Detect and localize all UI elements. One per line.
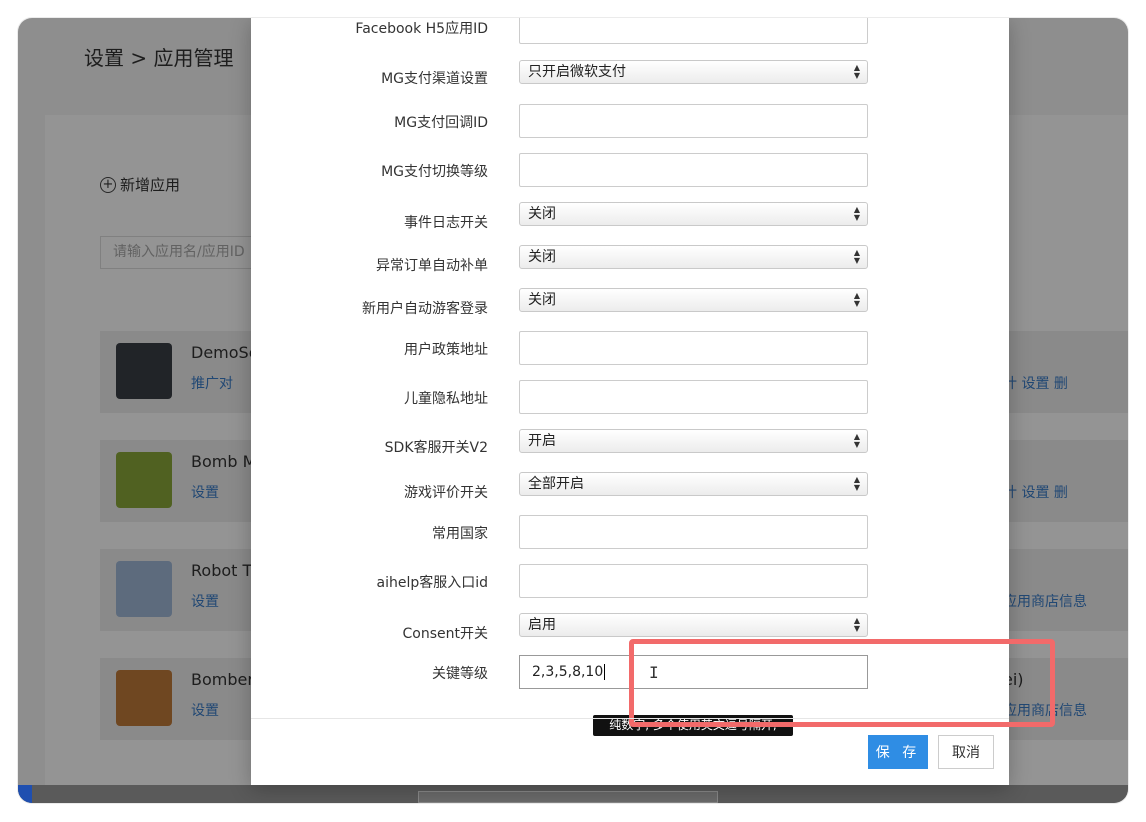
form-row-event-log: 事件日志开关 关闭 ▲ ▼ — [251, 202, 1009, 236]
bottom-strip — [18, 785, 1128, 803]
mg-pay-switch-level-input[interactable] — [519, 153, 868, 187]
select-value: 启用 — [528, 617, 556, 633]
select-arrows-icon: ▲ ▼ — [853, 63, 861, 80]
field-label: SDK客服开关V2 — [384, 440, 488, 456]
field-label: 异常订单自动补单 — [376, 258, 488, 274]
form-row-mg-pay-channel: MG支付渠道设置 只开启微软支付 ▲ ▼ — [251, 60, 1009, 94]
form-row-mg-pay-switch-level: MG支付切换等级 — [251, 153, 1009, 187]
form-row-sdk-support-v2: SDK客服开关V2 开启 ▲ ▼ — [251, 429, 1009, 463]
app-settings-modal: Facebook H5应用ID MG支付渠道设置 只开启微软支付 ▲ ▼ MG支付… — [251, 18, 1055, 785]
form-row-child-privacy-url: 儿童隐私地址 — [251, 380, 1009, 414]
form-row-facebook-h5-id: Facebook H5应用ID — [251, 18, 1009, 44]
field-label: 游戏评价开关 — [404, 485, 488, 501]
field-label: 儿童隐私地址 — [404, 391, 488, 407]
bottom-box — [418, 791, 718, 803]
field-label: 常用国家 — [432, 526, 488, 542]
select-value: 全部开启 — [528, 476, 584, 492]
select-arrows-icon: ▲ ▼ — [853, 616, 861, 633]
form-row-game-rating: 游戏评价开关 全部开启 ▲ ▼ — [251, 472, 1009, 506]
form-row-guest-login: 新用户自动游客登录 关闭 ▲ ▼ — [251, 288, 1009, 322]
modal-footer-divider — [251, 718, 1009, 719]
select-arrows-icon: ▲ ▼ — [853, 291, 861, 308]
cancel-button[interactable]: 取消 — [938, 735, 994, 769]
field-label: 新用户自动游客登录 — [362, 301, 488, 317]
event-log-select[interactable]: 关闭 ▲ ▼ — [519, 202, 868, 226]
select-arrows-icon: ▲ ▼ — [853, 205, 861, 222]
form-row-user-policy-url: 用户政策地址 — [251, 331, 1009, 365]
guest-login-select[interactable]: 关闭 ▲ ▼ — [519, 288, 868, 312]
field-label: Facebook H5应用ID — [355, 21, 488, 37]
screenshot-window: 设置 > 应用管理 + 新增应用 请输入应用名/应用ID DemoSc 推广对 … — [18, 18, 1128, 803]
aihelp-entry-id-input[interactable] — [519, 564, 868, 598]
mg-pay-callback-id-input[interactable] — [519, 104, 868, 138]
select-value: 开启 — [528, 433, 556, 449]
select-arrows-icon: ▲ ▼ — [853, 475, 861, 492]
field-label: MG支付切换等级 — [381, 164, 488, 180]
mg-pay-channel-select[interactable]: 只开启微软支付 ▲ ▼ — [519, 60, 868, 84]
field-label: MG支付渠道设置 — [381, 71, 488, 87]
form-row-auto-reorder: 异常订单自动补单 关闭 ▲ ▼ — [251, 245, 1009, 279]
select-arrows-icon: ▲ ▼ — [853, 248, 861, 265]
form-row-mg-pay-callback-id: MG支付回调ID — [251, 104, 1009, 138]
select-value: 只开启微软支付 — [528, 64, 626, 80]
sdk-support-v2-select[interactable]: 开启 ▲ ▼ — [519, 429, 868, 453]
field-label: Consent开关 — [402, 626, 488, 642]
bottom-accent — [18, 785, 32, 803]
form-row-aihelp-entry-id: aihelp客服入口id — [251, 564, 1009, 598]
text-caret — [604, 664, 606, 680]
select-arrows-icon: ▲ ▼ — [853, 432, 861, 449]
field-label: 用户政策地址 — [404, 342, 488, 358]
select-value: 关闭 — [528, 292, 556, 308]
field-label: 事件日志开关 — [404, 215, 488, 231]
consent-select[interactable]: 启用 ▲ ▼ — [519, 613, 868, 637]
field-label: MG支付回调ID — [394, 115, 488, 131]
user-policy-url-input[interactable] — [519, 331, 868, 365]
select-value: 关闭 — [528, 206, 556, 222]
common-countries-input[interactable] — [519, 515, 868, 549]
select-value: 关闭 — [528, 249, 556, 265]
field-label: aihelp客服入口id — [376, 575, 488, 591]
save-button[interactable]: 保 存 — [868, 735, 928, 769]
form-row-common-countries: 常用国家 — [251, 515, 1009, 549]
facebook-h5-id-input[interactable] — [519, 18, 868, 44]
game-rating-select[interactable]: 全部开启 ▲ ▼ — [519, 472, 868, 496]
key-levels-value: 2,3,5,8,10 — [532, 664, 604, 680]
auto-reorder-select[interactable]: 关闭 ▲ ▼ — [519, 245, 868, 269]
child-privacy-url-input[interactable] — [519, 380, 868, 414]
annotation-highlight-box — [629, 639, 1055, 727]
field-label: 关键等级 — [432, 666, 488, 682]
